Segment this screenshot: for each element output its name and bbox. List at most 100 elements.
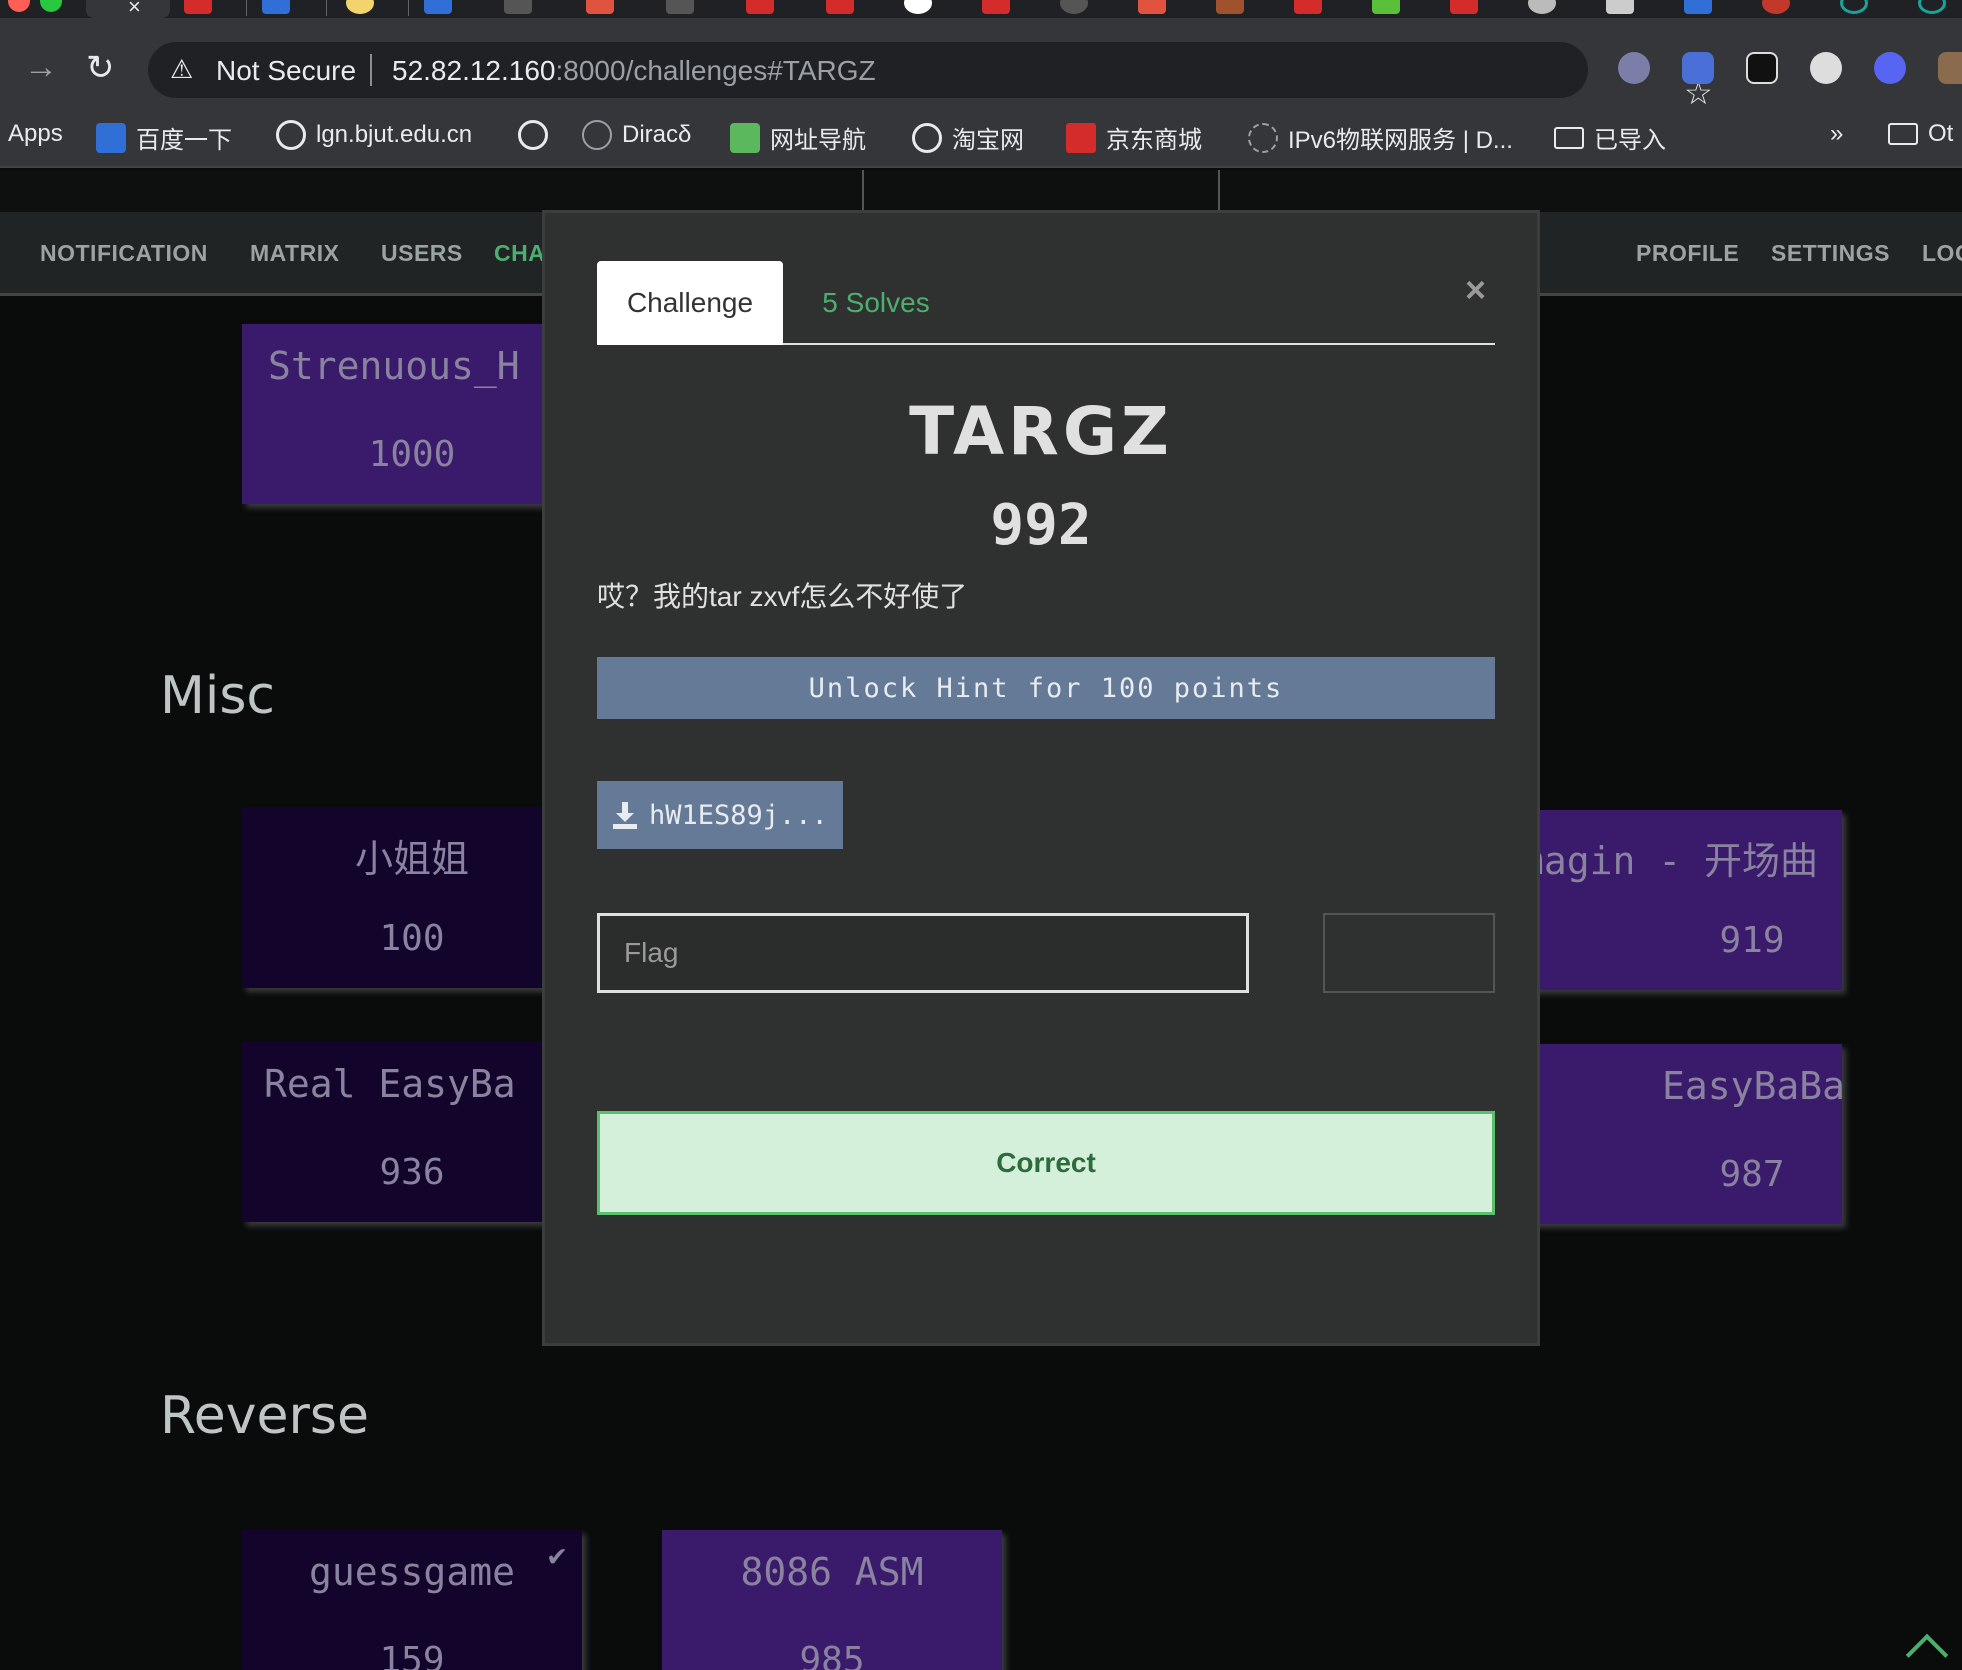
section-title-misc: Misc <box>160 666 275 726</box>
url-text[interactable]: 52.82.12.160:8000/challenges#TARGZ <box>392 55 876 87</box>
tab-favicon-loading-icon[interactable] <box>1918 0 1946 14</box>
tab-favicon-a-icon[interactable] <box>982 0 1010 14</box>
file-download-button[interactable]: hW1ES89j... <box>597 781 843 849</box>
tab-favicon-c-icon[interactable] <box>826 0 854 14</box>
globe-icon <box>912 122 942 153</box>
bookmark-apps[interactable]: Apps <box>8 120 63 148</box>
extension-bulb-icon[interactable] <box>1810 52 1842 84</box>
bookmark-taobao[interactable]: 淘宝网 <box>912 120 1024 155</box>
nav-notification[interactable]: NOTIFICATION <box>40 240 208 267</box>
flag-input[interactable] <box>597 913 1249 993</box>
bookmark-lgn[interactable]: lgn.bjut.edu.cn <box>276 120 472 150</box>
challenge-card-guessgame[interactable]: ✔ guessgame 159 <box>242 1530 582 1670</box>
tab-separator <box>408 0 409 16</box>
window-close-dot[interactable] <box>8 0 30 12</box>
jd-icon <box>1066 122 1096 153</box>
tab-favicon-c-icon[interactable] <box>184 0 212 14</box>
nav-settings[interactable]: SETTINGS <box>1771 240 1890 267</box>
bookmark-jd[interactable]: 京东商城 <box>1066 120 1202 155</box>
tab-favicon-book-icon[interactable] <box>1216 0 1244 14</box>
challenge-card-value: 919 <box>1719 920 1785 961</box>
tab-favicon-image-icon[interactable] <box>1606 0 1634 14</box>
close-tab-icon[interactable]: × <box>128 0 141 18</box>
bookmarks-overflow-chevron[interactable]: » <box>1830 120 1843 148</box>
globe-icon <box>518 120 548 150</box>
file-name: hW1ES89j... <box>649 799 828 831</box>
scroll-to-top-chevron-icon[interactable] <box>1905 1633 1949 1670</box>
challenge-card-8086-asm[interactable]: 8086 ASM 985 <box>662 1530 1002 1670</box>
bookmarks-bar: Apps 百度一下 lgn.bjut.edu.cn Diracδ 网址导航 淘宝… <box>0 108 1962 168</box>
tab-favicon-google-icon[interactable] <box>904 0 932 14</box>
security-label[interactable]: Not Secure <box>216 55 356 87</box>
tab-favicon-c-icon[interactable] <box>1294 0 1322 14</box>
tab-favicon-check-icon[interactable] <box>1372 0 1400 14</box>
active-tab[interactable]: × <box>86 0 170 18</box>
unlock-hint-button[interactable]: Unlock Hint for 100 points <box>597 657 1495 719</box>
tab-challenge[interactable]: Challenge <box>597 261 783 345</box>
extension-glasses-icon[interactable] <box>1746 52 1778 84</box>
challenge-card-name: Strenuous_H <box>268 344 520 388</box>
warning-triangle-icon[interactable]: ⚠ <box>170 54 193 85</box>
folder-icon <box>1888 123 1918 145</box>
address-bar[interactable]: ⚠ Not Secure 52.82.12.160:8000/challenge… <box>148 42 1713 111</box>
challenge-card-real-easybaba[interactable]: Real EasyBa 936 <box>242 1042 582 1222</box>
tab-favicon-github-icon[interactable] <box>1060 0 1088 14</box>
challenge-card-value: 159 <box>379 1640 445 1670</box>
tab-solves[interactable]: 5 Solves <box>783 261 969 345</box>
forward-arrow-icon[interactable]: → <box>24 48 58 87</box>
folder-icon <box>1554 126 1584 149</box>
tab-favicon-avatar-icon[interactable] <box>1528 0 1556 14</box>
tab-favicon-yellow-icon[interactable] <box>346 0 374 14</box>
bookmark-ipv6[interactable]: IPv6物联网服务 | D... <box>1248 120 1513 155</box>
section-title-reverse: Reverse <box>160 1386 370 1446</box>
profile-avatar-icon[interactable] <box>1938 52 1962 84</box>
window-maximize-dot[interactable] <box>40 0 62 12</box>
globe-icon <box>276 120 306 150</box>
bookmark-globe[interactable] <box>518 120 548 150</box>
reload-icon[interactable]: ↻ <box>86 48 115 88</box>
user-avatar-icon <box>582 120 612 150</box>
tab-favicon-image-icon[interactable] <box>666 0 694 14</box>
url-path: :8000/challenges#TARGZ <box>555 55 876 86</box>
tab-favicon-qa-icon[interactable] <box>1138 0 1166 14</box>
challenge-card-value: 985 <box>799 1640 865 1670</box>
tab-favicon-baidu-icon[interactable] <box>424 0 452 14</box>
challenge-card-name: EasyBaBa <box>1662 1064 1846 1108</box>
challenge-description: 哎？我的tar zxvf怎么不好使了 <box>597 581 968 612</box>
tab-favicon-red-icon[interactable] <box>586 0 614 14</box>
tab-favicon-c-icon[interactable] <box>746 0 774 14</box>
bookmark-label: lgn.bjut.edu.cn <box>316 121 473 148</box>
nav-matrix[interactable]: MATRIX <box>250 240 339 267</box>
extension-check-icon[interactable] <box>1874 52 1906 84</box>
tab-favicon-watermelon-icon[interactable] <box>1762 0 1790 14</box>
nav-challenges[interactable]: CHA <box>494 240 545 267</box>
submit-button[interactable] <box>1323 913 1495 993</box>
submission-result-alert: Correct <box>597 1111 1495 1215</box>
nav-logout[interactable]: LOG <box>1922 240 1962 267</box>
tab-favicon-c-icon[interactable] <box>1450 0 1478 14</box>
tab-favicon-baidu-icon[interactable] <box>1684 0 1712 14</box>
tab-favicon-loading-icon[interactable] <box>1840 0 1868 14</box>
tab-favicon-baidu-icon[interactable] <box>262 0 290 14</box>
bookmark-baidu[interactable]: 百度一下 <box>96 120 232 155</box>
bookmark-folder-imported[interactable]: 已导入 <box>1554 120 1666 155</box>
extension-cat-icon[interactable] <box>1618 52 1650 84</box>
close-icon[interactable]: × <box>1465 269 1486 311</box>
bookmark-hao[interactable]: 网址导航 <box>730 120 866 155</box>
bookmark-dirac[interactable]: Diracδ <box>582 120 691 150</box>
hao-icon <box>730 122 760 153</box>
challenge-card-magin[interactable]: magin - 开场曲 919 <box>1502 810 1842 990</box>
bookmark-folder-other[interactable]: Ot <box>1888 120 1953 148</box>
bookmark-label: Apps <box>8 120 63 147</box>
nav-profile[interactable]: PROFILE <box>1636 240 1739 267</box>
brand-logo-box[interactable] <box>862 170 1220 212</box>
challenge-card-name: magin - 开场曲 <box>1520 839 1818 883</box>
challenge-card-strenuous[interactable]: Strenuous_H 1000 <box>242 324 582 504</box>
extension-translate-icon[interactable] <box>1682 52 1714 84</box>
brand-strip <box>0 170 1962 212</box>
challenge-card-xiaojiejie[interactable]: 小姐姐 100 <box>242 808 582 988</box>
nav-users[interactable]: USERS <box>381 240 463 267</box>
tab-favicon-image-icon[interactable] <box>504 0 532 14</box>
challenge-card-easybaba[interactable]: EasyBaBa 987 <box>1502 1044 1846 1224</box>
download-icon <box>613 802 637 829</box>
